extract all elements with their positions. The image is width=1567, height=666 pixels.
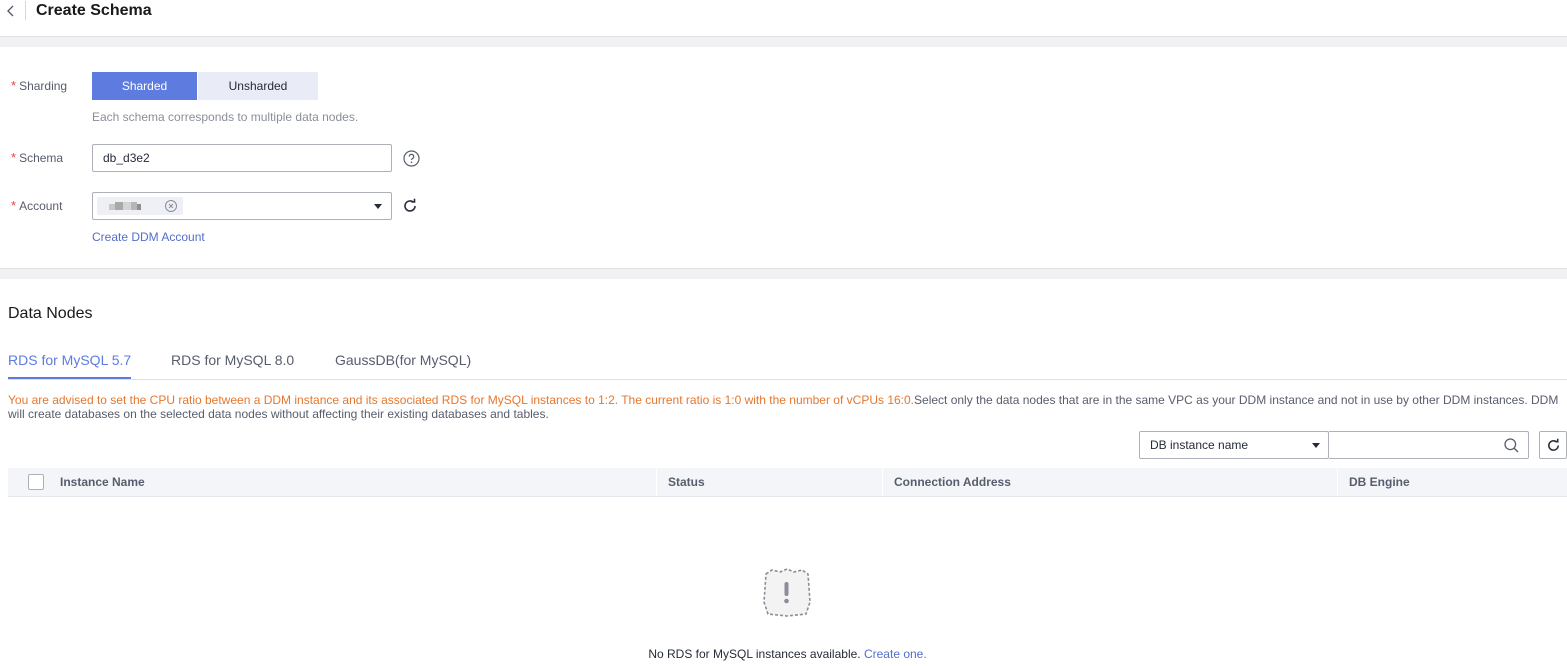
table-header: Instance Name Status Connection Address …	[8, 468, 1567, 497]
column-divider	[1337, 468, 1338, 496]
unsharded-option-button[interactable]: Unsharded	[198, 72, 318, 100]
column-connection-address[interactable]: Connection Address	[894, 468, 1011, 496]
required-mark: *	[11, 198, 17, 213]
column-divider	[656, 468, 657, 496]
active-tab-indicator	[8, 377, 131, 379]
chevron-down-icon	[1312, 443, 1320, 448]
cpu-ratio-warning: You are advised to set the CPU ratio bet…	[8, 393, 1559, 421]
table-refresh-button[interactable]	[1539, 431, 1567, 459]
required-mark: *	[11, 150, 17, 165]
tab-rds-mysql-8-0[interactable]: RDS for MySQL 8.0	[171, 350, 294, 370]
column-instance-name[interactable]: Instance Name	[60, 468, 145, 496]
column-divider	[882, 468, 883, 496]
page-title: Create Schema	[36, 2, 152, 19]
tab-gaussdb-mysql[interactable]: GaussDB(for MySQL)	[335, 350, 471, 370]
account-select[interactable]	[92, 192, 392, 220]
selected-account-tag	[97, 197, 183, 215]
engine-tabs: RDS for MySQL 5.7 RDS for MySQL 8.0 Gaus…	[8, 350, 1567, 380]
sharding-label: * Sharding	[11, 78, 68, 93]
sharding-hint: Each schema corresponds to multiple data…	[92, 110, 359, 124]
account-label: * Account	[11, 198, 63, 213]
refresh-icon	[1548, 438, 1559, 451]
select-all-checkbox[interactable]	[28, 474, 44, 490]
create-ddm-account-link[interactable]: Create DDM Account	[92, 230, 205, 244]
chevron-down-icon	[374, 204, 382, 209]
refresh-icon[interactable]	[402, 198, 418, 214]
empty-state-icon	[763, 568, 811, 617]
section-separator	[0, 36, 1567, 47]
tab-rds-mysql-5-7[interactable]: RDS for MySQL 5.7	[8, 350, 131, 370]
column-status[interactable]: Status	[668, 468, 705, 496]
create-instance-link[interactable]: Create one.	[864, 647, 927, 661]
search-icon[interactable]	[1504, 438, 1519, 453]
empty-state-message: No RDS for MySQL instances available. Cr…	[648, 647, 927, 661]
sharded-option-button[interactable]: Sharded	[92, 72, 197, 100]
page-header: Create Schema	[0, 0, 1567, 36]
schema-name-input[interactable]: db_d3e2	[92, 144, 392, 172]
search-input[interactable]	[1329, 431, 1529, 459]
required-mark: *	[11, 78, 17, 93]
filter-field-select[interactable]: DB instance name	[1139, 431, 1329, 459]
section-separator	[0, 268, 1567, 279]
remove-tag-icon[interactable]	[165, 200, 177, 212]
back-arrow-icon[interactable]	[4, 2, 18, 20]
column-db-engine[interactable]: DB Engine	[1349, 468, 1410, 496]
redacted-account-name	[109, 202, 141, 210]
help-question-icon[interactable]	[403, 150, 420, 167]
header-divider	[25, 1, 26, 20]
schema-label: * Schema	[11, 150, 64, 165]
data-nodes-title: Data Nodes	[8, 305, 93, 322]
